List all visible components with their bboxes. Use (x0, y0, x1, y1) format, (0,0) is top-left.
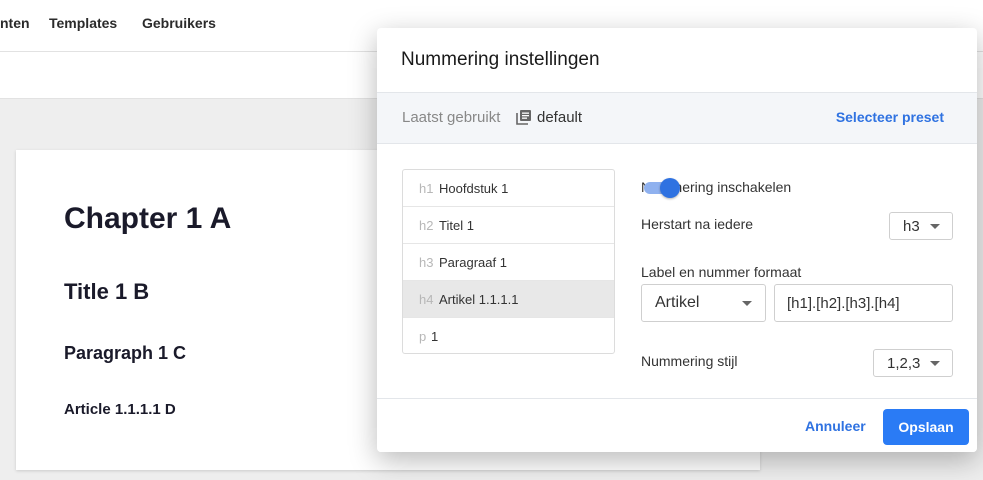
level-item-h4[interactable]: h4 Artikel 1.1.1.1 (403, 281, 614, 318)
numbering-settings-dialog: Nummering instellingen Laatst gebruikt d… (377, 28, 977, 452)
level-text: Artikel 1.1.1.1 (439, 292, 519, 307)
level-tag: p (419, 329, 427, 344)
restart-after-label: Herstart na iedere (641, 216, 754, 232)
document-heading-4: Article 1.1.1.1 D (64, 401, 176, 418)
numbering-style-select[interactable]: 1,2,3 (873, 349, 953, 377)
preset-bar: Laatst gebruikt default Selecteer preset (377, 92, 977, 144)
level-text: Paragraaf 1 (439, 255, 507, 270)
nav-link-documenten[interactable]: nten (0, 15, 30, 31)
chevron-down-icon (930, 224, 940, 229)
nav-link-templates[interactable]: Templates (49, 15, 117, 31)
numbering-style-value: 1,2,3 (887, 355, 921, 372)
enable-numbering-toggle[interactable] (642, 177, 680, 198)
level-tag: h4 (419, 292, 434, 307)
heading-level-list: h1 Hoofdstuk 1 h2 Titel 1 h3 Paragraaf 1… (402, 169, 615, 354)
chevron-down-icon (930, 361, 940, 366)
level-tag: h2 (419, 218, 434, 233)
preset-label: Laatst gebruikt (402, 109, 501, 126)
dialog-title: Nummering instellingen (401, 49, 600, 70)
document-heading-3: Paragraph 1 C (64, 343, 187, 363)
level-item-h1[interactable]: h1 Hoofdstuk 1 (403, 170, 614, 207)
document-heading-1: Chapter 1 A (64, 202, 232, 235)
save-button[interactable]: Opslaan (883, 409, 969, 445)
numbering-style-label: Nummering stijl (641, 353, 738, 369)
restart-after-select[interactable]: h3 (889, 212, 953, 240)
preset-name: default (537, 109, 583, 126)
select-preset-button[interactable]: Selecteer preset (836, 109, 944, 125)
number-format-input[interactable] (774, 284, 953, 322)
library-icon (516, 109, 532, 125)
label-value: Artikel (655, 294, 700, 311)
label-select[interactable]: Artikel (641, 284, 766, 322)
nav-link-gebruikers[interactable]: Gebruikers (142, 15, 216, 31)
level-text: 1 (431, 329, 439, 344)
level-text: Titel 1 (439, 218, 474, 233)
format-label: Label en nummer formaat (641, 264, 802, 280)
level-item-h2[interactable]: h2 Titel 1 (403, 207, 614, 244)
chevron-down-icon (742, 301, 752, 306)
restart-after-value: h3 (903, 218, 920, 235)
level-tag: h1 (419, 181, 434, 196)
level-tag: h3 (419, 255, 434, 270)
level-item-h3[interactable]: h3 Paragraaf 1 (403, 244, 614, 281)
level-text: Hoofdstuk 1 (439, 181, 509, 196)
cancel-button[interactable]: Annuleer (805, 418, 866, 434)
document-heading-2: Title 1 B (64, 279, 150, 304)
dialog-footer: Annuleer Opslaan (377, 398, 977, 452)
level-item-p[interactable]: p 1 (403, 318, 614, 353)
